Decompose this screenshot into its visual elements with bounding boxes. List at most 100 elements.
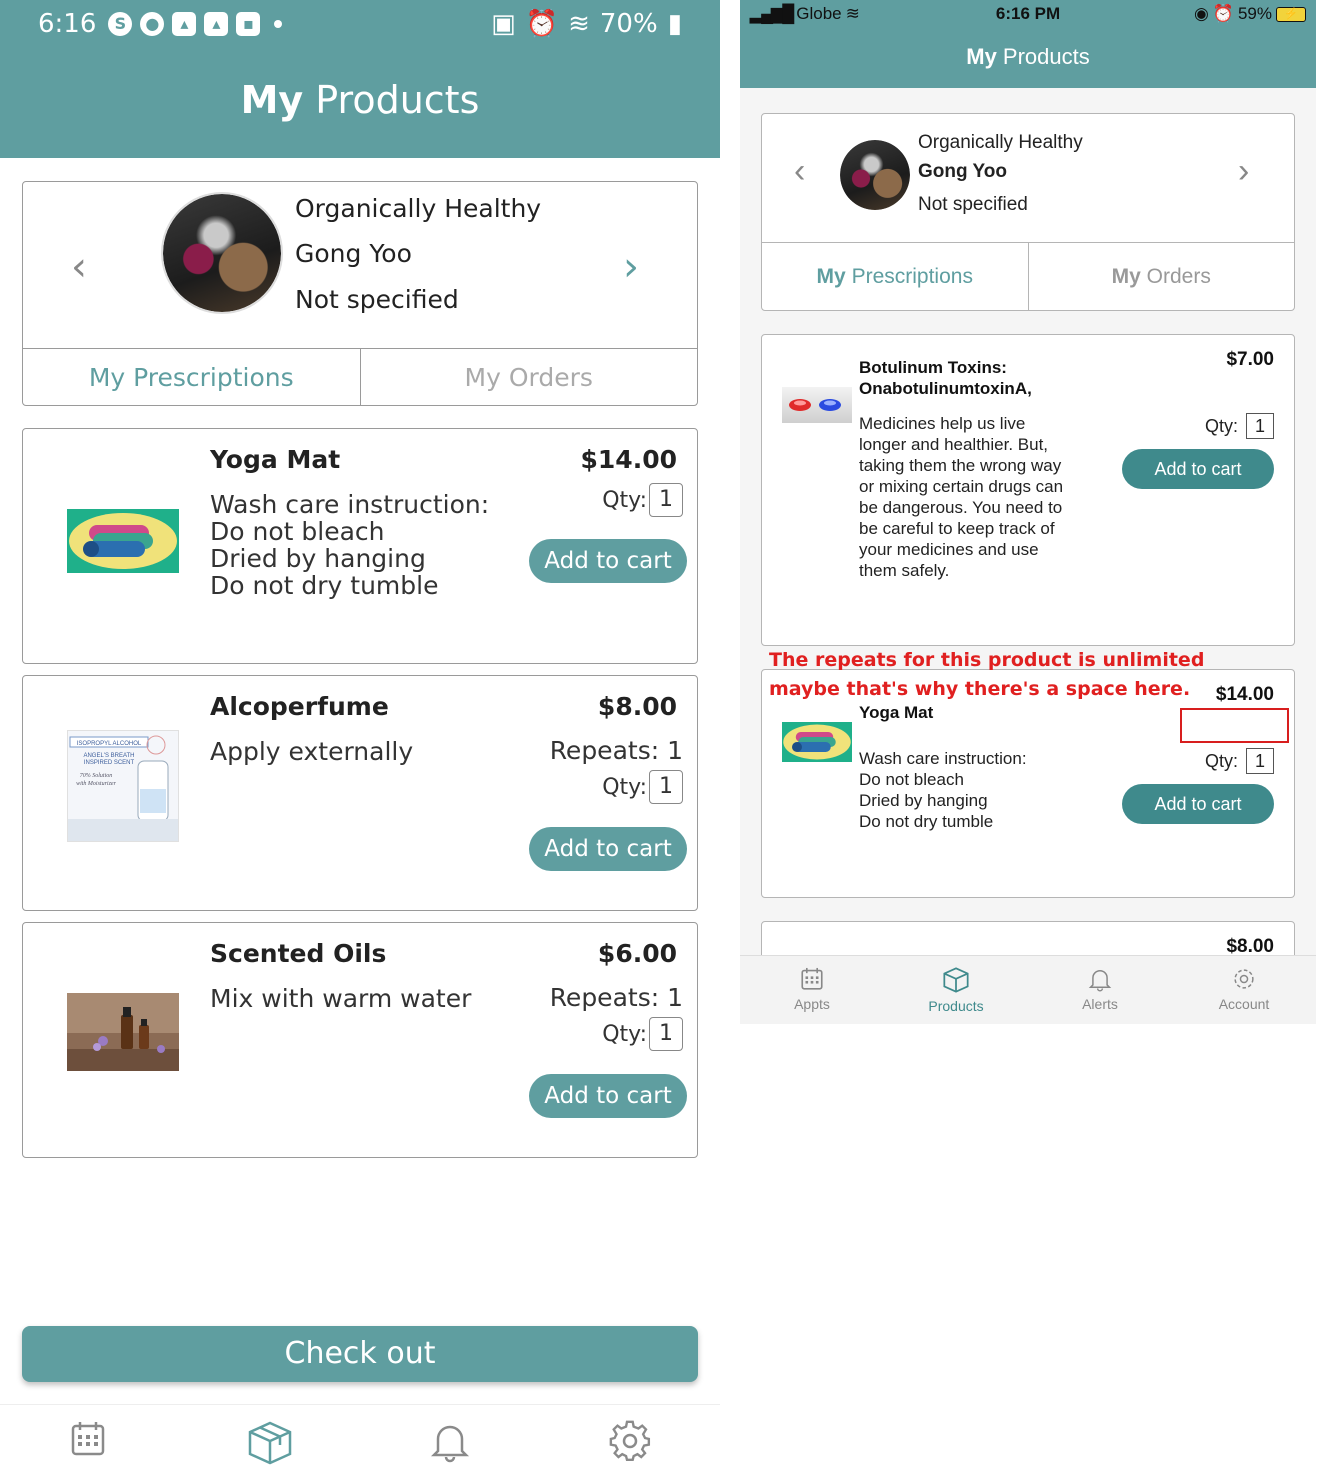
nav-label: Account (1218, 996, 1270, 1012)
profile-name: Gong Yoo (918, 161, 1008, 182)
essential-oils-image (67, 993, 179, 1071)
android-icon: ▴ (204, 12, 229, 36)
product-price: $7.00 (1226, 349, 1274, 370)
profile-status: Not specified (918, 194, 1028, 215)
qty-field: Qty: 1 (602, 770, 683, 804)
qty-field: Qty: 1 (1205, 748, 1274, 774)
tab-label-rest: Prescriptions (845, 265, 973, 288)
avatar-image (840, 140, 910, 210)
qty-input[interactable]: 1 (649, 1017, 683, 1051)
product-name: Botulinum Toxins: OnabotulinumtoxinA, (859, 358, 1032, 398)
tab-my-orders[interactable]: My Orders (1029, 243, 1295, 310)
bottom-nav (0, 1404, 720, 1466)
qty-field: Qty: 1 (602, 1017, 683, 1051)
nav-products[interactable]: Products (906, 966, 1006, 1014)
chevron-right-icon[interactable]: › (623, 244, 639, 290)
nav-label: Products (928, 998, 984, 1014)
product-price: $8.00 (597, 692, 677, 721)
tab-my-orders[interactable]: My Orders (361, 349, 698, 405)
battery-charging-icon: ⚡ (1276, 6, 1306, 22)
thumb-text: 70% Solution (80, 773, 113, 779)
nav-appts[interactable]: Appts (762, 966, 862, 1012)
nav-account[interactable]: Account (1194, 966, 1294, 1012)
qty-input[interactable]: 1 (649, 483, 683, 517)
bell-icon (1088, 970, 1112, 992)
app-icon: ▪ (236, 12, 261, 36)
ios-screen: ▂▄▆█ Globe ≋ 6:16 PM ◉ ⏰ 59% ⚡ My Produc… (740, 0, 1316, 1024)
battery-percent: 70% (599, 9, 658, 39)
product-name: Scented Oils (210, 939, 387, 968)
tab-bar: My Prescriptions My Orders (762, 242, 1294, 310)
page-title: My Products (740, 44, 1316, 70)
qty-field: Qty: 1 (1205, 413, 1274, 439)
product-description: Wash care instruction: Do not bleach Dri… (859, 749, 1027, 831)
thumb-text: ISOPROPYL ALCOHOL (77, 741, 142, 747)
qty-label: Qty: (602, 1021, 647, 1047)
chevron-right-icon[interactable]: › (1238, 152, 1249, 191)
page-title-rest: Products (303, 78, 480, 122)
product-price: $14.00 (580, 445, 677, 474)
qty-label: Qty: (1204, 415, 1238, 436)
thumb-text: INSPIRED SCENT (84, 760, 135, 766)
product-name: Alcoperfume (210, 692, 389, 721)
tab-label-bold: My (1111, 265, 1141, 288)
gear-icon[interactable] (608, 1419, 652, 1463)
add-to-cart-button[interactable]: Add to cart (529, 1074, 687, 1118)
bell-icon[interactable] (428, 1419, 472, 1463)
calendar-icon[interactable] (68, 1419, 112, 1463)
product-price: $14.00 (1215, 684, 1274, 705)
avatar (840, 140, 910, 210)
qty-label: Qty: (602, 487, 647, 513)
status-bar: 6:16 S ● ▴ ▴ ▪ (38, 8, 290, 40)
alarm-icon: ⏰ (525, 9, 559, 39)
page-title-bold: My (966, 44, 997, 69)
qty-input[interactable]: 1 (649, 770, 683, 804)
chevron-left-icon[interactable]: ‹ (71, 244, 87, 290)
nav-label: Alerts (1082, 996, 1118, 1012)
profile-business: Organically Healthy (918, 132, 1083, 153)
qty-input[interactable]: 1 (1246, 413, 1274, 439)
box-icon (943, 967, 969, 993)
add-to-cart-button[interactable]: Add to cart (529, 827, 687, 871)
tab-my-prescriptions[interactable]: My Prescriptions (23, 349, 361, 405)
qty-label: Qty: (1204, 750, 1238, 771)
add-to-cart-button[interactable]: Add to cart (1122, 449, 1274, 489)
lock-icon: ▣ (491, 9, 516, 39)
nav-alerts[interactable]: Alerts (1050, 966, 1150, 1012)
profile-name: Gong Yoo (295, 239, 412, 268)
yoga-mat-image (67, 509, 179, 573)
alcohol-bottle-image: ISOPROPYL ALCOHOL ANGEL'S BREATH INSPIRE… (67, 730, 179, 842)
add-to-cart-button[interactable]: Add to cart (1122, 784, 1274, 824)
android-icon: ▴ (172, 12, 197, 36)
thumb-text: with Moisturizer (76, 781, 117, 787)
product-card: Botulinum Toxins: OnabotulinumtoxinA, Me… (761, 334, 1295, 646)
product-card: ISOPROPYL ALCOHOL ANGEL'S BREATH INSPIRE… (22, 675, 698, 911)
qty-label: Qty: (602, 774, 647, 800)
product-price: $6.00 (597, 939, 677, 968)
product-repeats: Repeats: 1 (549, 736, 683, 765)
chevron-left-icon[interactable]: ‹ (794, 152, 805, 191)
yoga-mat-image (782, 722, 852, 762)
avatar-image (163, 194, 281, 312)
box-icon[interactable] (246, 1419, 292, 1465)
profile-card: ‹ Organically Healthy Gong Yoo Not speci… (761, 113, 1295, 311)
add-to-cart-button[interactable]: Add to cart (529, 539, 687, 583)
tab-bar: My Prescriptions My Orders (23, 348, 697, 405)
qty-field: Qty: 1 (602, 483, 683, 517)
alarm-icon: ⏰ (1212, 4, 1234, 23)
account-icon: ● (140, 12, 165, 36)
checkout-button[interactable]: Check out (22, 1326, 698, 1382)
bottom-nav: Appts Products Alerts Account (740, 955, 1316, 1024)
qty-input[interactable]: 1 (1246, 748, 1274, 774)
tab-label-bold: My (816, 265, 846, 288)
nav-label: Appts (794, 996, 830, 1012)
header-bar: 6:16 S ● ▴ ▴ ▪ ▣ ⏰ ≋ 70% ▮ My Products (0, 0, 720, 158)
status-time: 6:16 (38, 9, 97, 39)
battery-percent: 59% (1237, 4, 1272, 23)
tab-my-prescriptions[interactable]: My Prescriptions (762, 243, 1029, 310)
annotation-text: The repeats for this product is unlimite… (769, 649, 1205, 700)
product-description: Wash care instruction: Do not bleach Dri… (210, 490, 490, 600)
wifi-signal-icon: ≋ (568, 9, 590, 39)
product-card: Yoga Mat Wash care instruction: Do not b… (22, 428, 698, 664)
notification-dot-icon (274, 20, 283, 28)
